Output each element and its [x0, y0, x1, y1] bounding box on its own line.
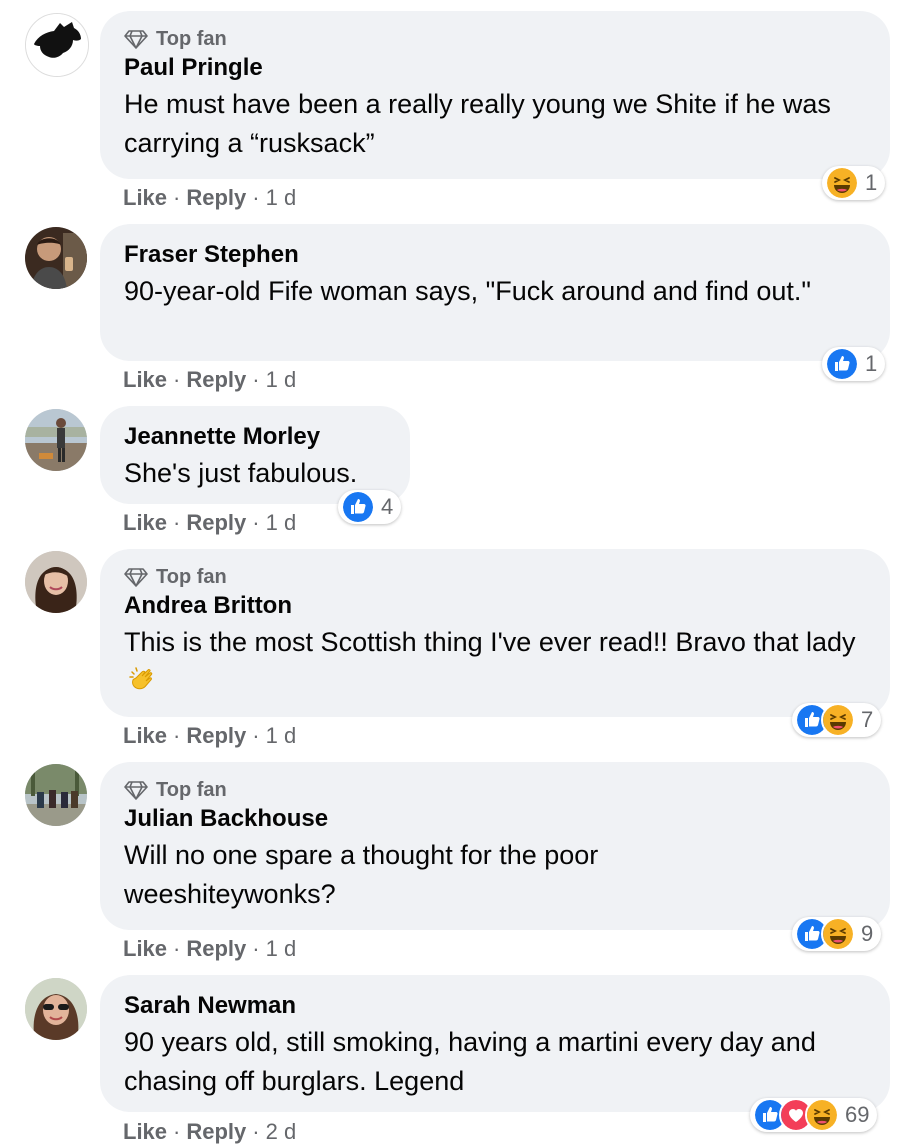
- top-fan-badge: Top fan: [124, 25, 868, 53]
- comment-actions: Like · Reply · 1 d: [123, 184, 296, 212]
- group-outdoor-avatar-image: [25, 764, 87, 826]
- clapping-hands-emoji-icon: [129, 667, 153, 690]
- reaction-count: 69: [845, 1102, 870, 1127]
- comment-time[interactable]: 1 d: [266, 936, 297, 961]
- comment-text-wrapper: This is the most Scottish thing I've eve…: [124, 623, 868, 701]
- separator: ·: [173, 367, 181, 392]
- like-link[interactable]: Like: [123, 936, 167, 961]
- comment-bubble: Top fan Paul Pringle He must have been a…: [100, 11, 890, 179]
- separator: ·: [252, 723, 260, 748]
- reply-link[interactable]: Reply: [186, 367, 246, 392]
- comment-text: Will no one spare a thought for the poor…: [124, 840, 599, 909]
- comment-bubble: Fraser Stephen 90-year-old Fife woman sa…: [100, 224, 890, 361]
- comment-actions: Like · Reply · 1 d: [123, 366, 296, 394]
- reaction-summary[interactable]: 4: [338, 490, 402, 524]
- haha-icon: [821, 917, 855, 951]
- woman-avatar-image: [25, 551, 87, 613]
- separator: ·: [252, 367, 260, 392]
- separator: ·: [252, 185, 260, 210]
- outdoor-person-avatar-image: [25, 409, 87, 471]
- reply-link[interactable]: Reply: [186, 185, 246, 210]
- comment-bubble: Top fan Julian Backhouse Will no one spa…: [100, 762, 890, 930]
- woman-sunglasses-avatar-image: [25, 978, 87, 1040]
- avatar[interactable]: [25, 551, 87, 613]
- comment-time[interactable]: 2 d: [266, 1119, 297, 1144]
- reaction-summary[interactable]: 1: [822, 347, 886, 381]
- separator: ·: [252, 936, 260, 961]
- top-fan-label: Top fan: [156, 565, 227, 588]
- separator: ·: [173, 936, 181, 961]
- reaction-count: 1: [865, 170, 878, 195]
- reaction-summary[interactable]: 69: [750, 1098, 878, 1132]
- like-link[interactable]: Like: [123, 185, 167, 210]
- reaction-count: 7: [861, 707, 874, 732]
- comment-actions: Like · Reply · 1 d: [123, 509, 296, 537]
- top-fan-label: Top fan: [156, 778, 227, 801]
- comment-bubble: Top fan Andrea Britton This is the most …: [100, 549, 890, 717]
- diamond-icon: [124, 29, 148, 49]
- comment-text: 90-year-old Fife woman says, "Fuck aroun…: [124, 276, 812, 306]
- comment-actions: Like · Reply · 2 d: [123, 1118, 296, 1146]
- separator: ·: [252, 510, 260, 535]
- avatar[interactable]: [25, 978, 87, 1040]
- separator: ·: [173, 1119, 181, 1144]
- reply-link[interactable]: Reply: [186, 936, 246, 961]
- diamond-icon: [124, 567, 148, 587]
- comment-author[interactable]: Jeannette Morley: [124, 422, 388, 452]
- haha-icon: [805, 1098, 839, 1132]
- avatar[interactable]: [25, 227, 87, 289]
- comment-author[interactable]: Paul Pringle: [124, 53, 868, 83]
- haha-icon: [821, 703, 855, 737]
- comment-time[interactable]: 1 d: [266, 723, 297, 748]
- reaction-summary[interactable]: 1: [822, 166, 886, 200]
- comment-actions: Like · Reply · 1 d: [123, 722, 296, 750]
- separator: ·: [173, 185, 181, 210]
- comment-author[interactable]: Fraser Stephen: [124, 240, 868, 270]
- reaction-count: 9: [861, 921, 874, 946]
- reply-link[interactable]: Reply: [186, 510, 246, 535]
- top-fan-badge: Top fan: [124, 563, 868, 591]
- diamond-icon: [124, 780, 148, 800]
- like-link[interactable]: Like: [123, 1119, 167, 1144]
- comment-bubble: Sarah Newman 90 years old, still smoking…: [100, 975, 890, 1112]
- man-avatar-image: [25, 227, 87, 289]
- comment-author[interactable]: Sarah Newman: [124, 991, 868, 1021]
- comment-actions: Like · Reply · 1 d: [123, 935, 296, 963]
- separator: ·: [173, 723, 181, 748]
- top-fan-label: Top fan: [156, 27, 227, 50]
- dog-silhouette-avatar-image: [26, 14, 88, 76]
- comment-time[interactable]: 1 d: [266, 367, 297, 392]
- comment-text: 90 years old, still smoking, having a ma…: [124, 1027, 816, 1096]
- like-link[interactable]: Like: [123, 510, 167, 535]
- top-fan-badge: Top fan: [124, 776, 868, 804]
- separator: ·: [173, 510, 181, 535]
- like-link[interactable]: Like: [123, 723, 167, 748]
- reaction-count: 1: [865, 351, 878, 376]
- avatar[interactable]: [25, 13, 89, 77]
- like-icon: [341, 490, 375, 524]
- reply-link[interactable]: Reply: [186, 1119, 246, 1144]
- comment-time[interactable]: 1 d: [266, 185, 297, 210]
- avatar[interactable]: [25, 409, 87, 471]
- comment-text: He must have been a really really young …: [124, 89, 831, 158]
- reaction-summary[interactable]: 7: [792, 703, 882, 737]
- comment-author[interactable]: Julian Backhouse: [124, 804, 868, 834]
- haha-icon: [825, 166, 859, 200]
- like-icon: [825, 347, 859, 381]
- comment-time[interactable]: 1 d: [266, 510, 297, 535]
- comment-text: She's just fabulous.: [124, 458, 358, 488]
- like-link[interactable]: Like: [123, 367, 167, 392]
- reply-link[interactable]: Reply: [186, 723, 246, 748]
- avatar[interactable]: [25, 764, 87, 826]
- reaction-summary[interactable]: 9: [792, 917, 882, 951]
- reaction-count: 4: [381, 494, 394, 519]
- separator: ·: [252, 1119, 260, 1144]
- comment-author[interactable]: Andrea Britton: [124, 591, 868, 621]
- comment-text: This is the most Scottish thing I've eve…: [124, 627, 856, 657]
